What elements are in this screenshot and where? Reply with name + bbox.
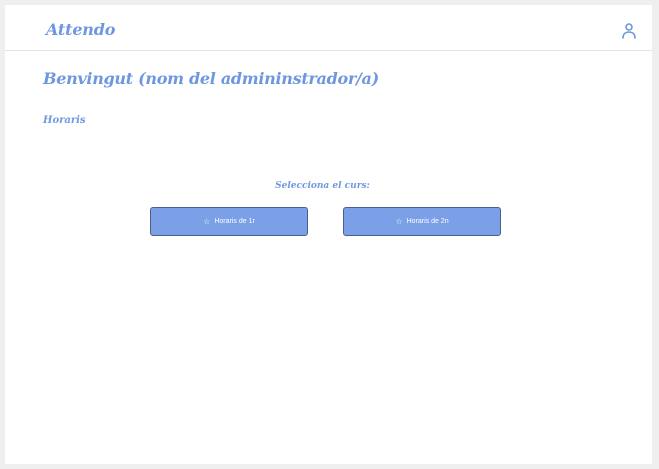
welcome-heading: Benvingut (nom del admininstrador/a) bbox=[43, 69, 379, 88]
star-icon: ☆ bbox=[395, 216, 403, 226]
brand-logo[interactable]: Attendo bbox=[46, 20, 115, 39]
section-title-horaris: Horaris bbox=[43, 115, 86, 126]
page: Attendo Benvingut (nom del admininstrado… bbox=[5, 5, 652, 464]
user-icon[interactable] bbox=[622, 23, 636, 39]
select-course-label: Selecciona el curs: bbox=[275, 181, 370, 191]
course-1-button-label: Horaris de 1r bbox=[214, 218, 255, 225]
course-2-schedule-button[interactable]: ☆ Horaris de 2n bbox=[343, 207, 501, 236]
top-bar: Attendo bbox=[5, 5, 652, 51]
course-1-schedule-button[interactable]: ☆ Horaris de 1r bbox=[150, 207, 308, 236]
star-icon: ☆ bbox=[203, 216, 211, 226]
course-2-button-label: Horaris de 2n bbox=[406, 218, 449, 225]
